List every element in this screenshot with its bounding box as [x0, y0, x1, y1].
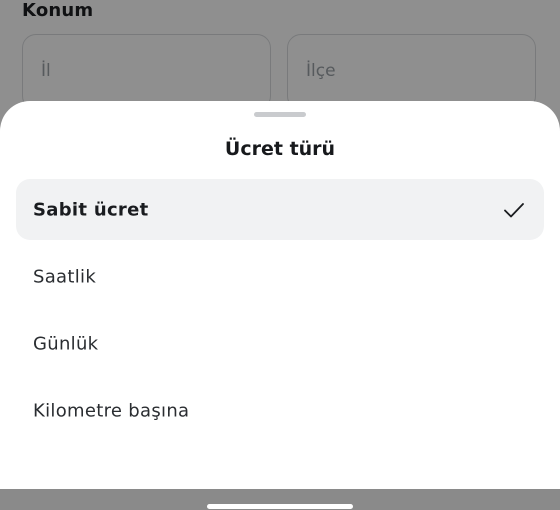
checkmark-icon	[504, 202, 524, 217]
home-indicator[interactable]	[207, 504, 353, 509]
option-hourly[interactable]: Saatlik	[16, 246, 544, 307]
option-label: Saatlik	[33, 266, 97, 287]
sheet-title: Ücret türü	[224, 138, 336, 160]
sheet-drag-handle[interactable]	[254, 112, 306, 117]
option-label: Kilometre başına	[33, 400, 190, 421]
option-label: Sabit ücret	[33, 199, 149, 220]
system-navigation-bar	[0, 489, 560, 510]
fee-type-bottom-sheet: Ücret türü Sabit ücret Saatlik Günlük Ki…	[0, 101, 560, 489]
option-per-kilometer[interactable]: Kilometre başına	[16, 380, 544, 441]
option-fixed-fee[interactable]: Sabit ücret	[16, 179, 544, 240]
option-label: Günlük	[33, 333, 99, 354]
option-daily[interactable]: Günlük	[16, 313, 544, 374]
